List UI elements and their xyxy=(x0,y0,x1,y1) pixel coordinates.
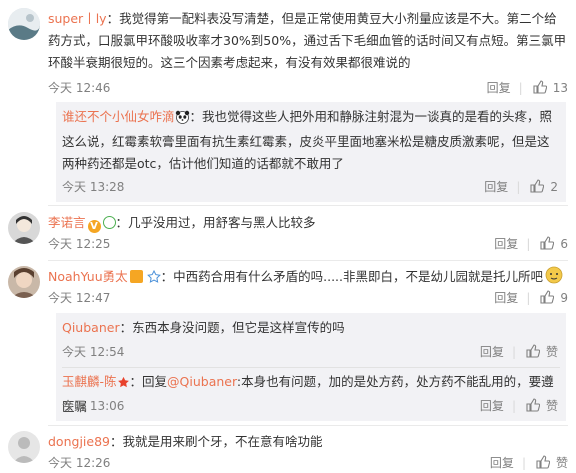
comment-text: ：我觉得第一配料表没写清楚，但是正常使用黄豆大小剂量应该是不大。第二个给药方式，… xyxy=(48,11,567,70)
reply-text: ：东西本身没问题，但它是这样宣传的吗 xyxy=(119,320,345,335)
reply-button[interactable]: 回复 xyxy=(480,345,504,359)
avatar[interactable] xyxy=(8,212,40,244)
comment-text: ：我就是用来刷个牙，不在意有啥功能 xyxy=(109,434,323,449)
avatar-image xyxy=(8,266,40,298)
avatar-image xyxy=(8,431,40,463)
like-count[interactable]: 6 xyxy=(560,237,568,251)
thumbs-up-icon[interactable] xyxy=(526,344,540,358)
comment-username[interactable]: NoahYuu勇太 xyxy=(48,269,128,284)
comment-time: 今天 12:26 xyxy=(48,456,111,470)
reply-button[interactable]: 回复 xyxy=(484,180,508,194)
thumbs-up-icon[interactable] xyxy=(533,80,547,94)
comment-username[interactable]: super丨ly xyxy=(48,11,107,26)
sub-reply-block: 谁还不个小仙女咋滴 ：我也觉得这些人把外用和静脉注射混为一谈真的是看的头疼，照这么… xyxy=(56,102,566,202)
comment-text: ：中西药合用有什么矛盾的吗.....非黑即白，不是幼儿园就是托儿所吧 xyxy=(160,269,544,284)
reply-time: 今天 13:28 xyxy=(62,180,125,194)
like-count[interactable]: 赞 xyxy=(546,345,558,359)
like-count[interactable]: 2 xyxy=(550,180,558,194)
divider xyxy=(48,205,568,206)
divider xyxy=(48,260,568,261)
reply-button[interactable]: 回复 xyxy=(490,456,514,470)
reply-button[interactable]: 回复 xyxy=(480,399,504,413)
avatar[interactable] xyxy=(8,266,40,298)
avatar-image xyxy=(8,8,40,40)
reply-button[interactable]: 回复 xyxy=(494,237,518,251)
thumbs-up-icon[interactable] xyxy=(536,455,550,469)
verified-v-icon: V xyxy=(87,220,101,233)
like-count[interactable]: 赞 xyxy=(546,399,558,413)
reply-time: 今天 12:54 xyxy=(62,345,125,359)
star-badge-icon xyxy=(117,374,130,396)
sub-reply-block: Qiubaner：东西本身没问题，但它是这样宣传的吗 今天 12:54 回复 | 赞… xyxy=(56,313,566,421)
thumbs-up-icon[interactable] xyxy=(540,236,555,250)
comment-time: 今天 12:25 xyxy=(48,237,111,251)
reply-username[interactable]: 谁还不个小仙女咋滴 xyxy=(62,109,175,124)
comment-time: 今天 12:46 xyxy=(48,81,111,95)
thumbs-up-icon[interactable] xyxy=(526,398,540,412)
panda-emoji-icon xyxy=(175,109,190,131)
avatar[interactable] xyxy=(8,8,40,40)
reply-username[interactable]: Qiubaner xyxy=(62,320,120,335)
comment-username[interactable]: 李诺言 xyxy=(48,215,86,230)
avatar[interactable] xyxy=(8,431,40,463)
like-count[interactable]: 13 xyxy=(553,81,568,95)
divider xyxy=(48,425,568,426)
reply-time: 今天 13:06 xyxy=(62,399,125,413)
reply-username[interactable]: 玉麒麟-陈 xyxy=(62,374,117,389)
divider xyxy=(62,367,560,368)
reply-button[interactable]: 回复 xyxy=(494,291,518,305)
comment-text: ：几乎没用过，用舒客与黑人比较多 xyxy=(115,215,316,230)
member-crown-icon xyxy=(129,270,143,283)
comment-time: 今天 12:47 xyxy=(48,291,111,305)
avatar-image xyxy=(8,212,40,244)
like-count[interactable]: 9 xyxy=(560,291,568,305)
like-count[interactable]: 赞 xyxy=(556,456,568,470)
member-icon xyxy=(102,216,116,229)
reply-text-prefix: ：回复 xyxy=(129,374,168,389)
mention-link[interactable]: @Qiubaner xyxy=(167,374,237,389)
thumbs-up-icon[interactable] xyxy=(530,179,545,193)
reply-button[interactable]: 回复 xyxy=(487,81,511,95)
comment-username[interactable]: dongjie89 xyxy=(48,434,110,449)
thumbs-up-icon[interactable] xyxy=(540,290,555,304)
